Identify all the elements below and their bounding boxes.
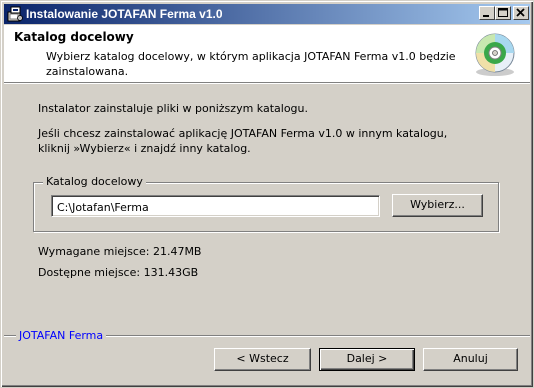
brand-label: JOTAFAN Ferma — [16, 329, 107, 342]
maximize-button[interactable] — [495, 6, 511, 20]
space-available-text: Dostępne miejsce: 131.43GB — [38, 266, 199, 279]
cancel-button[interactable]: Anuluj — [423, 348, 518, 371]
next-button[interactable]: Dalej > — [319, 348, 415, 371]
instruction-text-line1: Jeśli chcesz zainstalować aplikację JOTA… — [38, 127, 448, 140]
page-title: Katalog docelowy — [14, 30, 134, 44]
minimize-button[interactable] — [479, 6, 495, 20]
close-button[interactable] — [513, 6, 529, 20]
minimize-icon — [483, 15, 489, 17]
installer-window: Instalowanie JOTAFAN Ferma v1.0 Katalog … — [0, 0, 534, 388]
wizard-header: Katalog docelowy Wybierz katalog docelow… — [4, 25, 530, 83]
header-divider — [4, 83, 530, 84]
destination-group-label: Katalog docelowy — [43, 175, 146, 188]
cd-disc-icon — [472, 32, 518, 78]
installer-icon — [7, 6, 23, 22]
window-title: Instalowanie JOTAFAN Ferma v1.0 — [26, 7, 223, 21]
maximize-icon — [498, 8, 508, 17]
destination-path-input[interactable] — [51, 195, 380, 217]
intro-text: Instalator zainstaluje pliki w poniższym… — [38, 102, 308, 115]
title-bar[interactable]: Instalowanie JOTAFAN Ferma v1.0 — [4, 4, 530, 24]
page-description: Wybierz katalog docelowy, w którym aplik… — [46, 50, 456, 78]
back-button[interactable]: < Wstecz — [214, 348, 311, 371]
browse-button[interactable]: Wybierz... — [392, 194, 483, 217]
instruction-text-line2: kliknij »Wybierz« i znajdź inny katalog. — [38, 142, 251, 155]
close-icon — [516, 8, 525, 17]
space-required-text: Wymagane miejsce: 21.47MB — [38, 245, 202, 258]
